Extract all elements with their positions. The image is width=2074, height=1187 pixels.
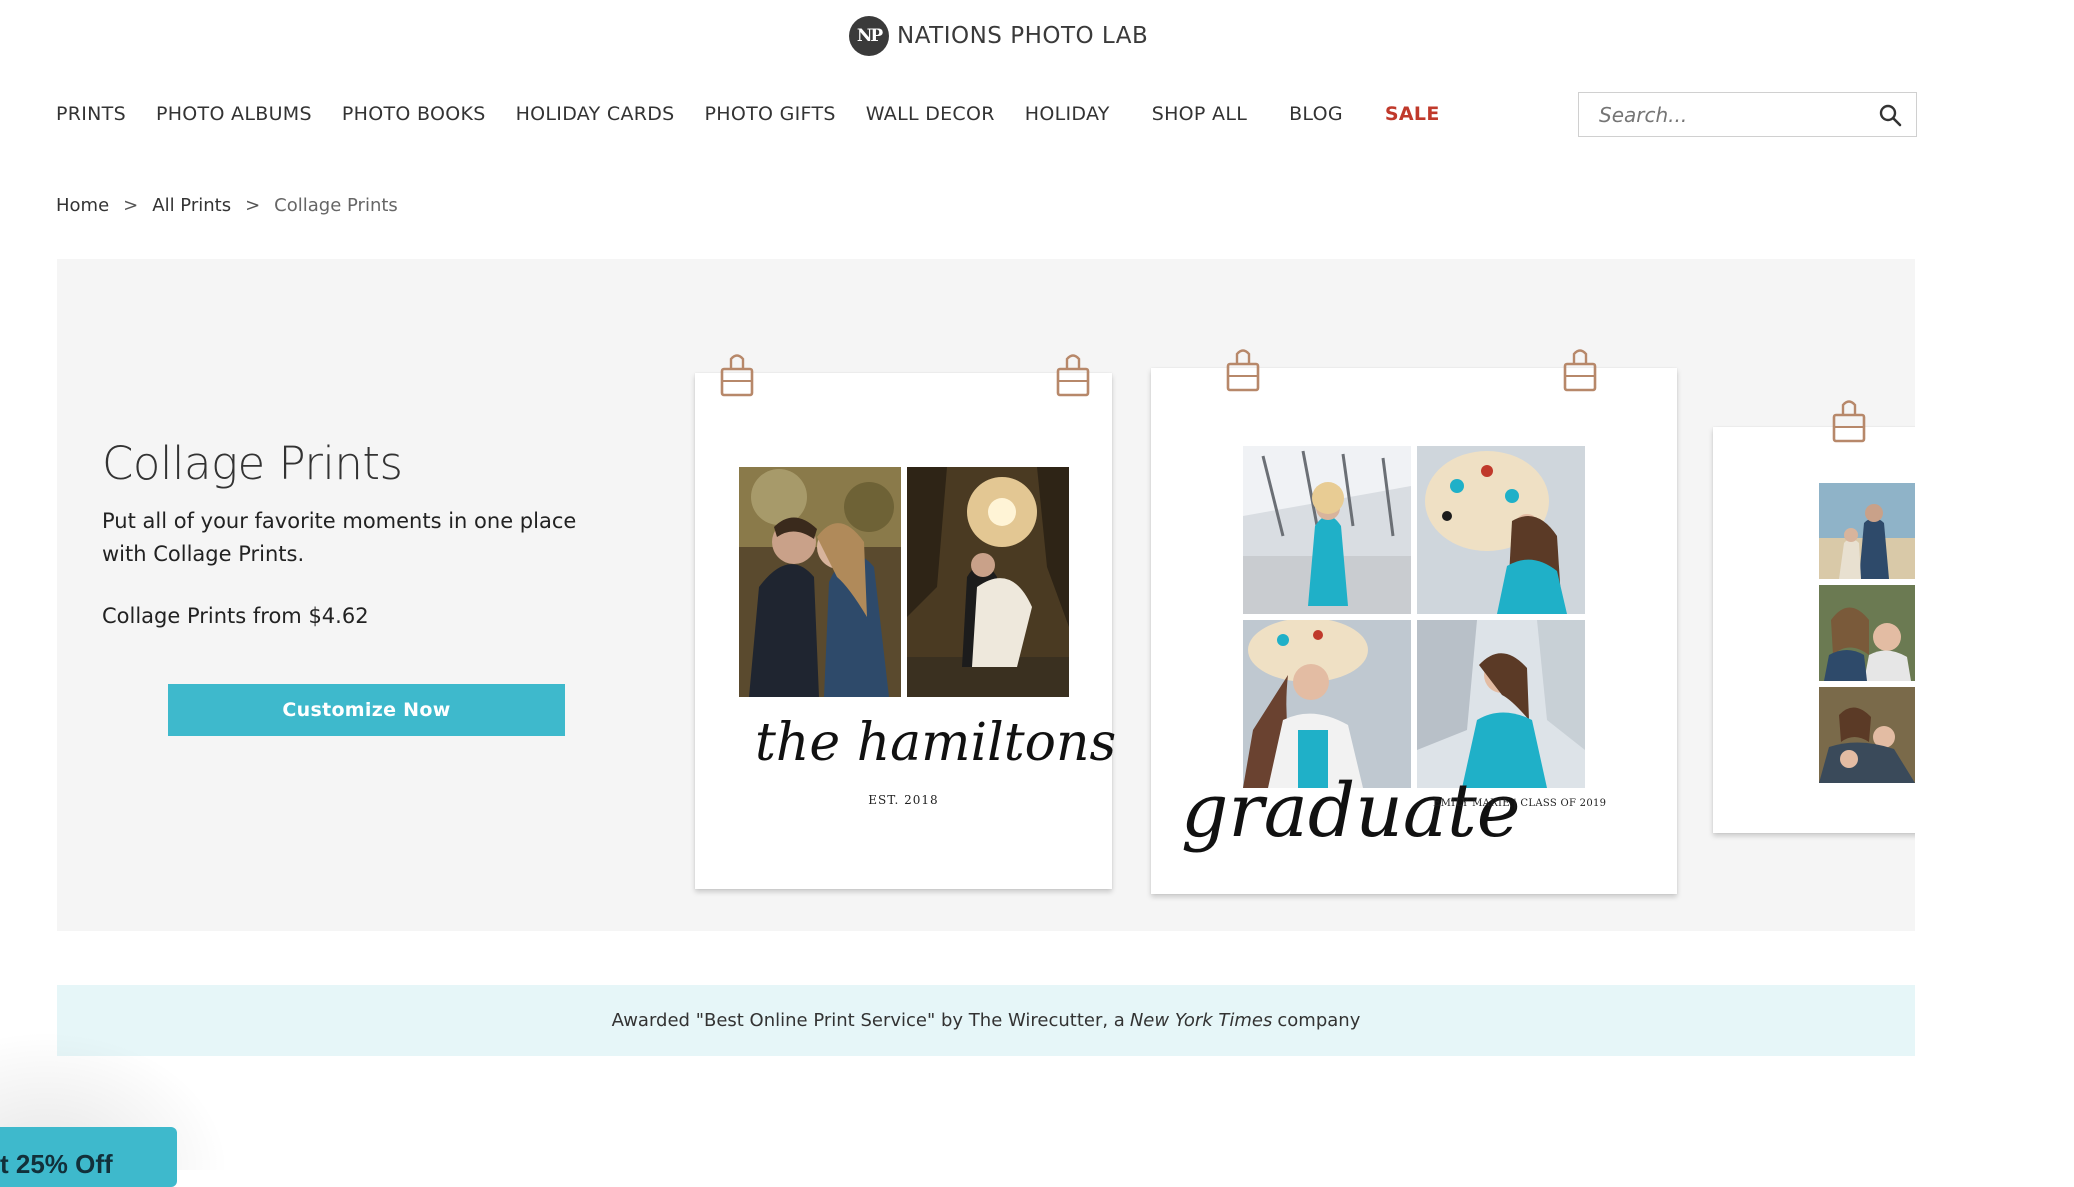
grad-photo-2 <box>1417 446 1585 614</box>
hero-banner: Collage Prints Put all of your favorite … <box>57 259 1915 931</box>
search-icon[interactable] <box>1878 103 1902 127</box>
hero-description: Put all of your favorite moments in one … <box>102 509 577 566</box>
breadcrumb-separator: > <box>245 194 261 216</box>
breadcrumb-current: Collage Prints <box>274 194 398 216</box>
search-box <box>1578 92 1917 137</box>
grad-photo-4 <box>1417 620 1585 788</box>
logo-mark: NP <box>849 16 889 56</box>
print-caption: EST. 2018 <box>868 793 939 807</box>
main-nav: PRINTS PHOTO ALBUMS PHOTO BOOKS HOLIDAY … <box>56 98 1470 130</box>
award-banner: Awarded "Best Online Print Service" by T… <box>57 985 1915 1056</box>
nav-photo-books[interactable]: PHOTO BOOKS <box>342 103 486 125</box>
nav-holiday-cards[interactable]: HOLIDAY CARDS <box>516 103 675 125</box>
binder-clip-icon <box>1226 349 1260 392</box>
binder-clip-icon <box>1832 400 1866 443</box>
print-script-title: graduate <box>1181 768 1521 854</box>
nav-wall-decor[interactable]: WALL DECOR <box>866 103 995 125</box>
nav-shop-all[interactable]: SHOP ALL <box>1152 103 1247 125</box>
customize-now-button[interactable]: Customize Now <box>168 684 565 736</box>
promo-tab[interactable]: t 25% Off <box>0 1127 177 1187</box>
grad-photo-3 <box>1243 620 1411 788</box>
print-caption: EMILY MARIE | CLASS OF 2019 <box>1433 798 1607 809</box>
page-title: Collage Prints <box>102 437 403 490</box>
award-suffix: company <box>1277 1010 1361 1031</box>
brand-name: NATIONS PHOTO LAB <box>897 23 1149 49</box>
sample-print-family <box>1713 427 1915 833</box>
couple-photo-right <box>907 467 1069 697</box>
sample-print-couple: the hamiltons EST. 2018 <box>695 373 1117 889</box>
breadcrumb-home[interactable]: Home <box>56 195 109 216</box>
nav-photo-albums[interactable]: PHOTO ALBUMS <box>156 103 312 125</box>
award-prefix: Awarded "Best Online Print Service" by T… <box>611 1010 1125 1031</box>
family-photo-1 <box>1819 483 1915 579</box>
nav-photo-gifts[interactable]: PHOTO GIFTS <box>705 103 836 125</box>
brand-logo[interactable]: NP NATIONS PHOTO LAB <box>849 16 1148 56</box>
hero-price: Collage Prints from $4.62 <box>102 604 369 628</box>
nav-holiday[interactable]: HOLIDAY <box>1025 103 1110 125</box>
nav-sale[interactable]: SALE <box>1385 103 1440 125</box>
binder-clip-icon <box>1056 354 1090 397</box>
nav-blog[interactable]: BLOG <box>1289 103 1343 125</box>
print-script-title: the hamiltons <box>755 713 1117 773</box>
breadcrumb: Home > All Prints > Collage Prints <box>56 192 398 218</box>
nav-prints[interactable]: PRINTS <box>56 103 126 125</box>
search-input[interactable] <box>1579 93 1859 136</box>
breadcrumb-all-prints[interactable]: All Prints <box>152 195 231 216</box>
binder-clip-icon <box>720 354 754 397</box>
sample-print-graduate: graduate EMILY MARIE | CLASS OF 2019 <box>1151 368 1677 894</box>
breadcrumb-separator: > <box>123 194 139 216</box>
grad-photo-1 <box>1243 446 1411 614</box>
family-photo-2 <box>1819 585 1915 681</box>
award-publication: New York Times <box>1129 1010 1273 1031</box>
binder-clip-icon <box>1563 349 1597 392</box>
family-photo-3 <box>1819 687 1915 783</box>
couple-photo-left <box>739 467 901 697</box>
